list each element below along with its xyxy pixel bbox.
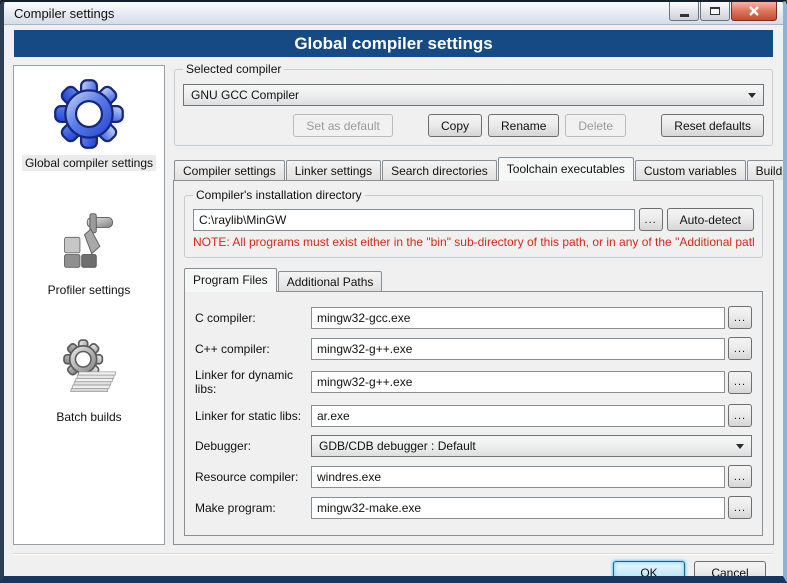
resource-compiler-input[interactable] <box>311 466 725 488</box>
compiler-select-value: GNU GCC Compiler <box>191 88 299 102</box>
chevron-down-icon <box>736 444 744 453</box>
close-button[interactable] <box>731 2 777 21</box>
gear-stack-icon <box>58 330 120 406</box>
debugger-select-value: GDB/CDB debugger : Default <box>319 439 476 453</box>
tab-linker-settings[interactable]: Linker settings <box>286 160 381 180</box>
titlebar: Compiler settings <box>4 2 783 25</box>
sidebar-item-label: Global compiler settings <box>22 155 156 171</box>
field-row-debugger: Debugger: GDB/CDB debugger : Default <box>195 435 752 457</box>
settings-panel: Selected compiler GNU GCC Compiler Set a… <box>173 65 774 545</box>
dynamic-linker-input[interactable] <box>311 371 725 393</box>
close-icon <box>748 6 760 16</box>
reset-defaults-button[interactable]: Reset defaults <box>661 114 764 137</box>
cancel-button[interactable]: Cancel <box>694 561 766 583</box>
dialog-footer: OK Cancel <box>13 553 774 583</box>
selected-compiler-label: Selected compiler <box>183 62 284 76</box>
maximize-button[interactable] <box>700 2 730 21</box>
main-area: Global compiler settings <box>13 65 774 545</box>
page-title: Global compiler settings <box>294 34 492 54</box>
sidebar-item-batch-builds[interactable]: Batch builds <box>53 330 124 425</box>
tab-search-directories[interactable]: Search directories <box>382 160 497 180</box>
compiler-select[interactable]: GNU GCC Compiler <box>183 84 764 106</box>
browse-static-linker-button[interactable]: ... <box>728 404 752 427</box>
window-title: Compiler settings <box>14 6 114 21</box>
browse-make-program-button[interactable]: ... <box>728 496 752 519</box>
compiler-settings-dialog: Compiler settings Global compiler settin… <box>0 0 787 583</box>
rename-button[interactable]: Rename <box>488 114 559 137</box>
sidebar-item-label: Batch builds <box>53 409 124 425</box>
maximize-icon <box>710 7 720 15</box>
program-files-panel: C compiler: ... C++ compiler: ... Linker… <box>184 291 763 536</box>
window-controls <box>669 2 783 21</box>
installation-directory-label: Compiler's installation directory <box>193 188 365 202</box>
field-row-resource-compiler: Resource compiler: ... <box>195 465 752 488</box>
tab-toolchain-executables[interactable]: Toolchain executables <box>498 157 634 181</box>
minimize-button[interactable] <box>669 2 699 21</box>
tab-bar: Compiler settings Linker settings Search… <box>173 156 774 180</box>
field-row-make-program: Make program: ... <box>195 496 752 519</box>
chevron-down-icon <box>748 93 756 102</box>
browse-resource-compiler-button[interactable]: ... <box>728 465 752 488</box>
copy-button[interactable]: Copy <box>428 114 482 137</box>
sidebar-item-label: Profiler settings <box>45 282 134 298</box>
field-label: Debugger: <box>195 439 311 453</box>
field-label: Linker for dynamic libs: <box>195 368 311 396</box>
auto-detect-button[interactable]: Auto-detect <box>667 208 754 231</box>
field-label: Linker for static libs: <box>195 409 311 423</box>
tab-build-options[interactable]: Build options <box>747 160 787 180</box>
browse-directory-button[interactable]: ... <box>639 208 663 231</box>
dialog-content: Global compiler settings <box>4 25 783 583</box>
subtab-program-files[interactable]: Program Files <box>184 268 277 292</box>
sidebar-item-global-compiler-settings[interactable]: Global compiler settings <box>22 76 156 171</box>
field-label: Make program: <box>195 501 311 515</box>
tab-custom-variables[interactable]: Custom variables <box>635 160 746 180</box>
field-row-cpp-compiler: C++ compiler: ... <box>195 337 752 360</box>
delete-button[interactable]: Delete <box>565 114 626 137</box>
cpp-compiler-input[interactable] <box>311 338 725 360</box>
make-program-input[interactable] <box>311 497 725 519</box>
subtab-additional-paths[interactable]: Additional Paths <box>278 271 383 291</box>
ok-button[interactable]: OK <box>613 561 685 583</box>
field-label: C compiler: <box>195 311 311 325</box>
field-label: Resource compiler: <box>195 470 311 484</box>
field-label: C++ compiler: <box>195 342 311 356</box>
debugger-select[interactable]: GDB/CDB debugger : Default <box>311 435 752 457</box>
installation-directory-groupbox: Compiler's installation directory ... Au… <box>184 195 763 258</box>
installation-directory-input[interactable] <box>193 209 635 231</box>
installation-directory-row: ... Auto-detect <box>193 208 754 231</box>
sidebar: Global compiler settings <box>13 65 165 545</box>
minimize-icon <box>680 14 689 17</box>
tab-compiler-settings[interactable]: Compiler settings <box>174 160 285 180</box>
compiler-buttons-row: Set as default Copy Rename Delete Reset … <box>183 114 764 137</box>
c-compiler-input[interactable] <box>311 307 725 329</box>
blue-gear-icon <box>53 76 125 152</box>
toolchain-executables-panel: Compiler's installation directory ... Au… <box>173 180 774 545</box>
browse-cpp-compiler-button[interactable]: ... <box>728 337 752 360</box>
caliper-blocks-icon <box>60 203 118 279</box>
static-linker-input[interactable] <box>311 405 725 427</box>
browse-c-compiler-button[interactable]: ... <box>728 306 752 329</box>
note-text: NOTE: All programs must exist either in … <box>193 235 754 249</box>
set-as-default-button[interactable]: Set as default <box>293 114 392 137</box>
field-row-dynamic-linker: Linker for dynamic libs: ... <box>195 368 752 396</box>
browse-dynamic-linker-button[interactable]: ... <box>728 371 752 394</box>
selected-compiler-groupbox: Selected compiler GNU GCC Compiler Set a… <box>174 69 773 146</box>
sidebar-item-profiler-settings[interactable]: Profiler settings <box>45 203 134 298</box>
field-row-static-linker: Linker for static libs: ... <box>195 404 752 427</box>
field-row-c-compiler: C compiler: ... <box>195 306 752 329</box>
header-banner: Global compiler settings <box>14 30 773 57</box>
subtab-bar: Program Files Additional Paths <box>184 268 763 291</box>
